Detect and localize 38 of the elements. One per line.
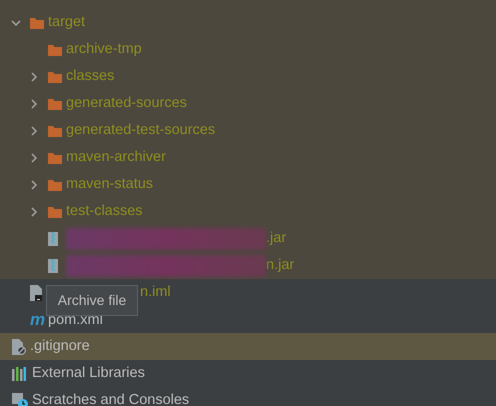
- folder-name: archive-tmp: [66, 40, 142, 59]
- tooltip: Archive file: [46, 285, 138, 316]
- folder-icon: [48, 124, 62, 136]
- ignored-file-icon: [12, 338, 26, 354]
- expand-chevron-icon[interactable]: [29, 72, 39, 82]
- maven-icon: m: [30, 311, 48, 328]
- expand-chevron-icon[interactable]: [29, 152, 39, 162]
- expand-chevron-icon[interactable]: [29, 206, 39, 216]
- file-name: External Libraries: [32, 364, 145, 383]
- file-name: .jar: [266, 228, 286, 248]
- folder-name: target: [48, 12, 86, 32]
- collapse-chevron-icon[interactable]: [11, 18, 21, 28]
- file-name: n.jar: [266, 256, 294, 275]
- folder-icon: [48, 44, 62, 56]
- libraries-icon: [12, 366, 26, 380]
- folder-icon: [48, 98, 62, 110]
- folder-icon: [48, 206, 62, 218]
- selected-row[interactable]: .gitignore: [0, 333, 496, 360]
- folder-name: generated-test-sources: [66, 120, 216, 140]
- expand-chevron-icon[interactable]: [29, 98, 39, 108]
- file-icon: [30, 284, 42, 300]
- archive-icon: [48, 232, 58, 246]
- file-name: n.iml: [140, 282, 171, 302]
- expand-chevron-icon[interactable]: [29, 126, 39, 136]
- folder-icon: [48, 178, 62, 190]
- folder-name: classes: [66, 66, 114, 86]
- folder-name: maven-status: [66, 174, 154, 194]
- file-name: .gitignore: [30, 336, 90, 356]
- scratches-icon: [12, 392, 28, 406]
- archive-icon: [48, 258, 58, 272]
- folder-name: maven-archiver: [66, 148, 166, 167]
- folder-icon: [48, 152, 62, 164]
- folder-icon: [48, 70, 62, 82]
- folder-name: test-classes: [66, 202, 143, 221]
- folder-icon: [30, 16, 44, 28]
- file-name: Scratches and Consoles: [32, 390, 190, 406]
- expand-chevron-icon[interactable]: [29, 180, 39, 190]
- folder-name: generated-sources: [66, 94, 187, 113]
